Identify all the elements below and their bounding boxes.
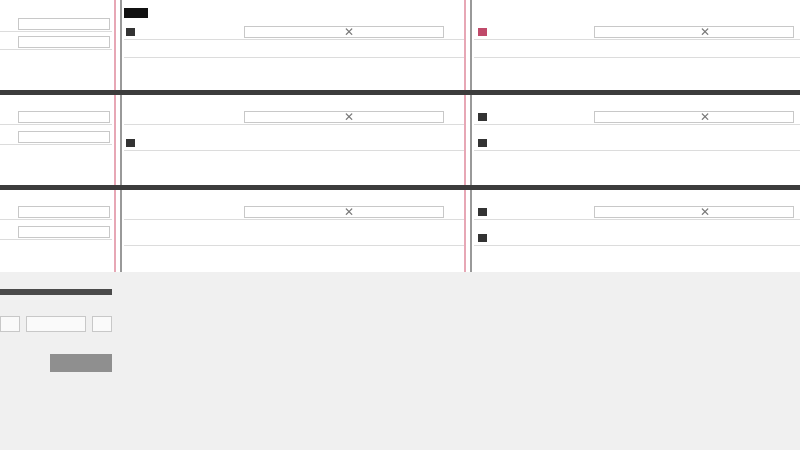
table-row[interactable] <box>0 16 112 32</box>
side-checkbox[interactable] <box>0 316 20 332</box>
band-2: ✕ ✕ <box>0 95 800 185</box>
table-row[interactable] <box>0 129 112 145</box>
grid-area: ✕ ✕ ✕ ✕ ✕ ✕ <box>0 0 800 272</box>
list-item[interactable] <box>474 135 800 151</box>
list-item[interactable] <box>474 42 800 58</box>
close-icon[interactable]: ✕ <box>342 25 356 39</box>
side-apply-button[interactable] <box>50 354 112 372</box>
cell-input[interactable] <box>594 26 794 38</box>
color-square-icon <box>126 139 135 147</box>
side-stepper[interactable] <box>92 316 112 332</box>
table-row[interactable] <box>0 34 112 50</box>
list-item[interactable]: ✕ <box>474 24 800 40</box>
color-square-icon <box>478 113 487 121</box>
list-item[interactable] <box>474 230 800 246</box>
color-square-icon <box>126 28 135 36</box>
close-icon[interactable]: ✕ <box>698 110 712 124</box>
cell-input[interactable] <box>18 226 110 238</box>
band-3: ✕ ✕ <box>0 190 800 280</box>
list-item[interactable] <box>124 135 464 151</box>
list-item[interactable]: ✕ <box>124 109 464 125</box>
table-row[interactable] <box>0 224 112 240</box>
cell-input[interactable] <box>18 206 110 218</box>
band-1: ✕ ✕ <box>0 0 800 90</box>
close-icon[interactable]: ✕ <box>342 205 356 219</box>
cell-input[interactable] <box>18 18 110 30</box>
close-icon[interactable]: ✕ <box>342 110 356 124</box>
table-row[interactable] <box>0 204 112 220</box>
color-square-icon <box>478 139 487 147</box>
cell-input[interactable] <box>18 36 110 48</box>
cell-input[interactable] <box>594 206 794 218</box>
side-panel-header <box>0 289 112 295</box>
table-row[interactable] <box>0 109 112 125</box>
cell-input[interactable] <box>18 111 110 123</box>
list-item[interactable]: ✕ <box>474 109 800 125</box>
color-square-icon <box>478 234 487 242</box>
list-item[interactable]: ✕ <box>124 204 464 220</box>
list-item[interactable] <box>124 42 464 58</box>
cell-input[interactable] <box>18 131 110 143</box>
color-square-icon <box>478 208 487 216</box>
cell-input[interactable] <box>594 111 794 123</box>
list-item[interactable]: ✕ <box>124 24 464 40</box>
list-item[interactable]: ✕ <box>474 204 800 220</box>
side-input[interactable] <box>26 316 86 332</box>
close-icon[interactable]: ✕ <box>698 205 712 219</box>
close-icon[interactable]: ✕ <box>698 25 712 39</box>
list-item[interactable] <box>124 230 464 246</box>
color-square-icon <box>478 28 487 36</box>
